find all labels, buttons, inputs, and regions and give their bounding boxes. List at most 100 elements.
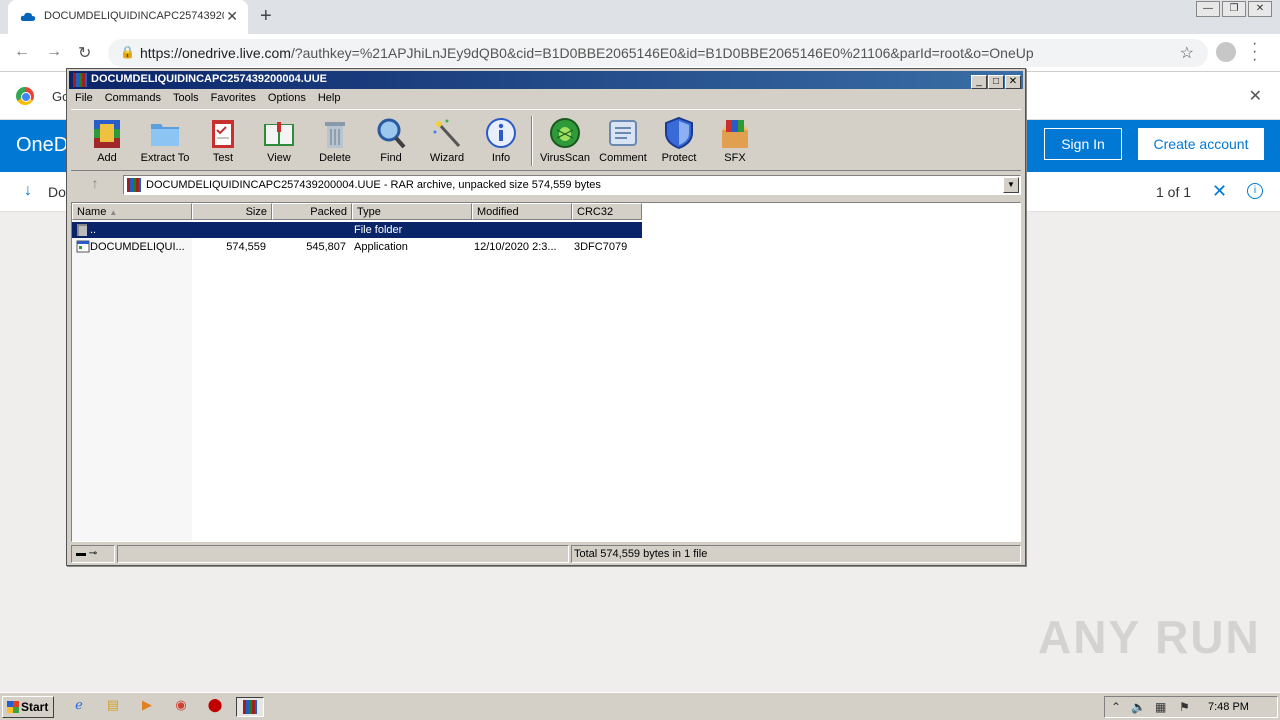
table-row[interactable]: DOCUMDELIQUI... 574,559 545,807 Applicat…: [72, 239, 642, 255]
column-crc32-header[interactable]: CRC32: [572, 203, 642, 220]
status-pane-selection: [117, 545, 569, 563]
browser-tab-strip: DOCUMDELIQUIDINCAPC257439200004.UUE - On…: [0, 0, 1280, 34]
tool-delete-button[interactable]: Delete: [307, 114, 363, 172]
profile-avatar[interactable]: [1216, 42, 1236, 62]
tool-view-button[interactable]: View: [251, 114, 307, 172]
tab-close-icon[interactable]: ✕: [226, 8, 238, 25]
internet-explorer-icon[interactable]: ℯ: [68, 697, 90, 717]
speaker-icon[interactable]: 🔈: [1131, 700, 1146, 714]
archive-path-combo[interactable]: DOCUMDELIQUIDINCAPC257439200004.UUE - RA…: [123, 175, 1021, 195]
winrar-minimize-button[interactable]: _: [971, 75, 987, 89]
archive-path-text: DOCUMDELIQUIDINCAPC257439200004.UUE - RA…: [146, 179, 601, 191]
tab-title: DOCUMDELIQUIDINCAPC257439200004.UUE - On…: [44, 10, 224, 22]
add-archive-icon: [94, 120, 120, 148]
tool-extract-to-button[interactable]: Extract To: [137, 114, 193, 172]
infobar-close-icon[interactable]: ✕: [1249, 86, 1262, 106]
tool-test-button[interactable]: Test: [195, 114, 251, 172]
tool-add-button[interactable]: Add: [79, 114, 135, 172]
tool-virusscan-button[interactable]: VirusScan: [537, 114, 593, 172]
onedrive-brand[interactable]: OneD: [16, 134, 68, 157]
up-folder-arrow-icon[interactable]: ↑: [75, 175, 115, 195]
winrar-window-controls: _ □ ✕: [970, 73, 1021, 89]
drive-key-icon[interactable]: ▬ ⊸: [71, 545, 115, 563]
start-button[interactable]: Start: [2, 696, 54, 718]
download-icon[interactable]: ↓: [24, 182, 32, 200]
forward-arrow-icon[interactable]: →: [46, 43, 62, 61]
winrar-menu-bar: File Commands Tools Favorites Options Help: [69, 89, 1023, 109]
winrar-maximize-button[interactable]: □: [988, 75, 1004, 89]
application-file-icon: [76, 240, 90, 253]
back-arrow-icon[interactable]: ←: [14, 43, 30, 61]
menu-tools[interactable]: Tools: [167, 89, 205, 104]
tool-find-button[interactable]: Find: [363, 114, 419, 172]
menu-options[interactable]: Options: [262, 89, 312, 104]
close-window-button[interactable]: ✕: [1248, 1, 1272, 17]
column-type-header[interactable]: Type: [352, 203, 472, 220]
winrar-taskbar-icon[interactable]: [236, 697, 264, 717]
tray-expand-icon[interactable]: ⌃: [1111, 700, 1121, 714]
network-icon[interactable]: ▦: [1155, 700, 1166, 714]
reload-icon[interactable]: ↻: [78, 43, 91, 63]
onedrive-cloud-icon: [20, 12, 36, 21]
opera-icon[interactable]: ⬤: [204, 697, 226, 717]
row-packed: 545,807: [306, 241, 346, 253]
browser-toolbar: ← → ↻ 🔒 https://onedrive.live.com/?authk…: [0, 34, 1280, 72]
address-bar[interactable]: 🔒 https://onedrive.live.com/?authkey=%21…: [108, 39, 1208, 67]
file-explorer-icon[interactable]: ▤: [102, 697, 124, 717]
clock[interactable]: 7:48 PM: [1208, 701, 1249, 713]
sfx-box-icon: [722, 120, 748, 148]
windows-taskbar: Start ℯ ▤ ▶ ◉ ⬤ ⌃ 🔈 ▦ ⚑ 7:48 PM: [0, 692, 1280, 720]
winrar-window: DOCUMDELIQUIDINCAPC257439200004.UUE _ □ ✕ …: [66, 68, 1026, 566]
status-total-text: Total 574,559 bytes in 1 file: [571, 545, 1021, 563]
sign-in-button[interactable]: Sign In: [1044, 128, 1122, 160]
dropdown-arrow-icon[interactable]: ▼: [1003, 177, 1019, 193]
winrar-title-bar[interactable]: DOCUMDELIQUIDINCAPC257439200004.UUE _ □ ✕: [69, 71, 1023, 89]
menu-commands[interactable]: Commands: [99, 89, 167, 104]
menu-file[interactable]: File: [69, 89, 99, 104]
chrome-logo-icon: [16, 87, 34, 105]
winrar-address-row: ↑ DOCUMDELIQUIDINCAPC257439200004.UUE - …: [71, 173, 1021, 197]
lock-icon: 🔒: [120, 45, 135, 59]
tool-comment-button[interactable]: Comment: [595, 114, 651, 172]
winrar-close-button[interactable]: ✕: [1005, 75, 1021, 89]
tool-info-button[interactable]: Info: [473, 114, 529, 172]
test-clipboard-icon: [212, 120, 234, 148]
menu-favorites[interactable]: Favorites: [205, 89, 262, 104]
url-text[interactable]: https://onedrive.live.com/?authkey=%21AP…: [140, 45, 1034, 61]
restore-button[interactable]: ❐: [1222, 1, 1246, 17]
tool-protect-button[interactable]: Protect: [651, 114, 707, 172]
column-size-header[interactable]: Size: [192, 203, 272, 220]
shield-icon: [665, 116, 693, 150]
comment-icon: [609, 120, 637, 146]
winrar-toolbar: Add Extract To Test View Delete Find Wiz…: [71, 109, 1021, 171]
column-name-header[interactable]: Name ▲: [72, 203, 192, 220]
new-tab-button[interactable]: +: [260, 5, 272, 28]
create-account-button[interactable]: Create account: [1138, 128, 1264, 160]
browser-menu-icon[interactable]: · · ·: [1252, 36, 1257, 68]
view-book-icon: [264, 122, 294, 146]
row-type: Application: [354, 241, 408, 253]
browser-tab[interactable]: DOCUMDELIQUIDINCAPC257439200004.UUE - On…: [8, 0, 248, 34]
winrar-app-icon: [73, 73, 87, 87]
info-icon[interactable]: i: [1247, 183, 1263, 199]
column-packed-header[interactable]: Packed: [272, 203, 352, 220]
flag-notification-icon[interactable]: ⚑: [1179, 700, 1190, 714]
menu-help[interactable]: Help: [312, 89, 347, 104]
file-list-header: Name ▲ Size Packed Type Modified CRC32: [72, 203, 1020, 220]
tool-sfx-button[interactable]: SFX: [707, 114, 763, 172]
row-name: DOCUMDELIQUI...: [90, 241, 185, 253]
row-size: 574,559: [226, 241, 266, 253]
download-label[interactable]: Do: [48, 184, 66, 200]
bookmark-star-icon[interactable]: ☆: [1180, 43, 1194, 63]
minimize-button[interactable]: —: [1196, 1, 1220, 17]
close-viewer-icon[interactable]: ✕: [1212, 181, 1227, 202]
media-player-icon[interactable]: ▶: [136, 697, 158, 717]
tool-wizard-button[interactable]: Wizard: [419, 114, 475, 172]
chrome-taskbar-icon[interactable]: ◉: [170, 697, 192, 717]
column-modified-header[interactable]: Modified: [472, 203, 572, 220]
virus-scan-icon: [550, 118, 580, 148]
table-row[interactable]: .. File folder: [72, 222, 642, 238]
parent-folder-icon: [77, 224, 87, 236]
row-crc32: 3DFC7079: [574, 241, 628, 253]
magnifier-icon: [377, 118, 406, 149]
